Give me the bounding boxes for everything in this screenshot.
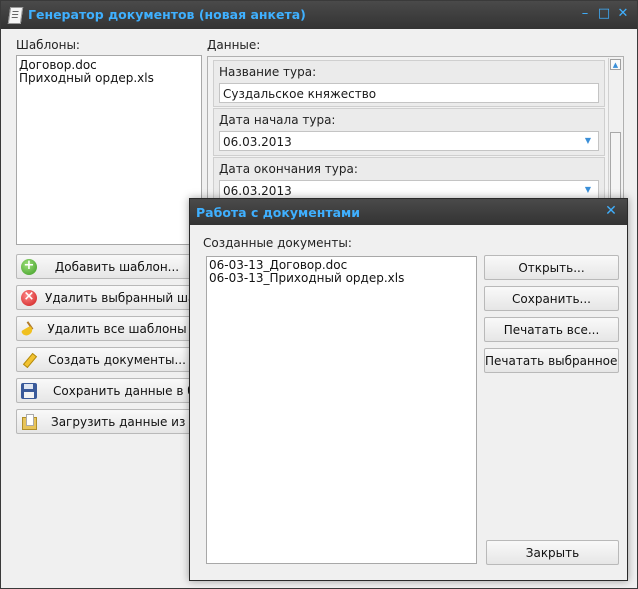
list-item[interactable]: 06-03-13_Приходный ордер.xls xyxy=(207,272,476,285)
delete-all-label: Удалить все шаблоны xyxy=(47,322,187,336)
minimize-button[interactable]: – xyxy=(577,6,593,22)
documents-dialog: Работа с документами ✕ Созданные докумен… xyxy=(189,198,628,581)
create-documents-label: Создать документы... xyxy=(48,353,186,367)
dropdown-arrow-icon[interactable]: ▼ xyxy=(578,132,598,150)
end-date-combo[interactable]: 06.03.2013 ▼ xyxy=(219,180,599,200)
folder-icon xyxy=(21,414,37,430)
save-to-db-label: Сохранить данные в базе xyxy=(53,384,206,398)
end-date-value: 06.03.2013 xyxy=(223,184,292,198)
start-date-value: 06.03.2013 xyxy=(223,135,292,149)
dialog-close-icon[interactable]: ✕ xyxy=(604,203,618,219)
tour-name-label: Название тура: xyxy=(219,65,317,79)
delete-all-templates-button[interactable]: Удалить все шаблоны xyxy=(16,316,206,341)
scroll-up-icon[interactable]: ▲ xyxy=(610,59,621,70)
close-dialog-label: Закрыть xyxy=(525,546,580,560)
print-selected-button[interactable]: Печатать выбранное... xyxy=(484,348,619,373)
delete-icon xyxy=(21,289,37,306)
print-selected-label: Печатать выбранное... xyxy=(485,354,619,368)
load-from-db-label: Загрузить данные из базы xyxy=(51,415,206,429)
data-label: Данные: xyxy=(207,38,261,52)
templates-list[interactable]: Договор.doc Приходный ордер.xls xyxy=(16,55,202,245)
save-label: Сохранить... xyxy=(512,292,591,306)
open-label: Открыть... xyxy=(518,261,585,275)
scroll-thumb[interactable] xyxy=(610,132,621,204)
maximize-button[interactable]: □ xyxy=(596,6,612,22)
tour-name-group: Название тура: Суздальское княжество xyxy=(213,60,605,107)
title-bar[interactable]: Генератор документов (новая анкета) – □ … xyxy=(1,1,637,29)
document-icon xyxy=(7,7,24,24)
dialog-title-bar[interactable]: Работа с документами ✕ xyxy=(190,199,627,225)
save-to-db-button[interactable]: Сохранить данные в базе xyxy=(16,378,206,403)
dialog-title: Работа с документами xyxy=(196,205,361,220)
add-template-label: Добавить шаблон... xyxy=(54,260,180,274)
print-all-button[interactable]: Печатать все... xyxy=(484,317,619,342)
tour-name-input[interactable]: Суздальское княжество xyxy=(219,83,599,103)
window-title: Генератор документов (новая анкета) xyxy=(28,7,306,22)
floppy-disk-icon xyxy=(21,383,37,399)
save-button[interactable]: Сохранить... xyxy=(484,286,619,311)
load-from-db-button[interactable]: Загрузить данные из базы xyxy=(16,409,206,434)
data-panel: Название тура: Суздальское княжество Дат… xyxy=(207,56,624,213)
delete-selected-label: Удалить выбранный шаблон xyxy=(45,291,205,305)
dropdown-arrow-icon[interactable]: ▼ xyxy=(578,181,598,199)
delete-selected-template-button[interactable]: Удалить выбранный шаблон xyxy=(16,285,206,310)
close-dialog-button[interactable]: Закрыть xyxy=(486,540,619,565)
start-date-combo[interactable]: 06.03.2013 ▼ xyxy=(219,131,599,151)
close-button[interactable]: ✕ xyxy=(615,6,631,22)
created-documents-list[interactable]: 06-03-13_Договор.doc 06-03-13_Приходный … xyxy=(206,256,477,564)
start-date-label: Дата начала тура: xyxy=(219,113,336,127)
list-item[interactable]: Приходный ордер.xls xyxy=(17,72,201,85)
start-date-group: Дата начала тура: 06.03.2013 ▼ xyxy=(213,108,605,156)
data-scrollbar[interactable]: ▲ xyxy=(608,58,622,208)
create-documents-button[interactable]: Создать документы... xyxy=(16,347,206,372)
open-button[interactable]: Открыть... xyxy=(484,255,619,280)
end-date-label: Дата окончания тура: xyxy=(219,162,358,176)
print-all-label: Печатать все... xyxy=(503,323,600,337)
created-documents-label: Созданные документы: xyxy=(203,236,352,250)
add-template-button[interactable]: Добавить шаблон... xyxy=(16,254,206,279)
templates-label: Шаблоны: xyxy=(16,38,80,52)
